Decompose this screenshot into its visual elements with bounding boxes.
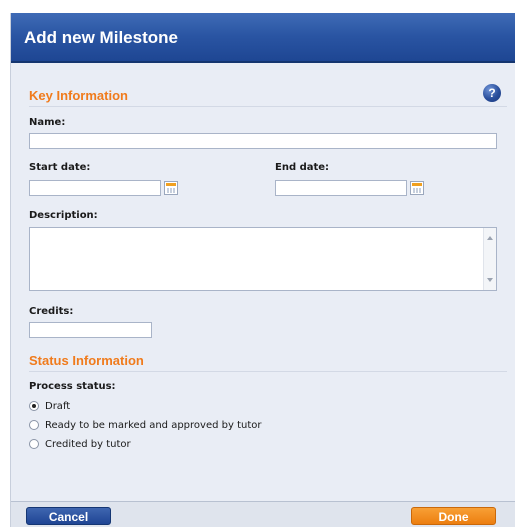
name-label: Name: [29, 117, 66, 128]
scroll-down-arrow-icon[interactable] [487, 278, 493, 282]
key-information-divider [29, 106, 507, 107]
help-icon[interactable]: ? [483, 84, 501, 102]
start-date-input[interactable] [29, 180, 161, 196]
radio-button[interactable] [29, 420, 39, 430]
radio-option-draft[interactable]: Draft [29, 399, 70, 413]
start-date-calendar-icon[interactable] [164, 181, 178, 195]
dialog-title: Add new Milestone [24, 28, 178, 47]
end-date-label: End date: [275, 162, 330, 173]
description-label: Description: [29, 210, 98, 221]
radio-option-credited-by-tutor[interactable]: Credited by tutor [29, 437, 131, 451]
description-scrollbar[interactable] [483, 228, 496, 290]
description-textarea[interactable] [29, 227, 497, 291]
scroll-up-arrow-icon[interactable] [487, 236, 493, 240]
radio-button[interactable] [29, 401, 39, 411]
process-status-label: Process status: [29, 381, 116, 392]
status-information-divider [29, 371, 507, 372]
end-date-calendar-icon[interactable] [410, 181, 424, 195]
start-date-label: Start date: [29, 162, 91, 173]
radio-option-ready-for-tutor[interactable]: Ready to be marked and approved by tutor [29, 418, 262, 432]
radio-button[interactable] [29, 439, 39, 449]
radio-label: Credited by tutor [45, 438, 131, 450]
radio-label: Draft [45, 400, 71, 412]
credits-input[interactable] [29, 322, 152, 338]
name-input[interactable] [29, 133, 497, 149]
dialog-title-bar: Add new Milestone [11, 13, 515, 63]
status-information-heading: Status Information [29, 353, 144, 368]
radio-label: Ready to be marked and approved by tutor [45, 419, 262, 431]
add-milestone-dialog: Add new Milestone Key Information ? Name… [10, 13, 515, 527]
key-information-heading: Key Information [29, 88, 128, 103]
credits-label: Credits: [29, 306, 74, 317]
end-date-input[interactable] [275, 180, 407, 196]
cancel-button[interactable]: Cancel [26, 507, 111, 525]
dialog-footer: Cancel Done [11, 501, 515, 527]
done-button[interactable]: Done [411, 507, 496, 525]
